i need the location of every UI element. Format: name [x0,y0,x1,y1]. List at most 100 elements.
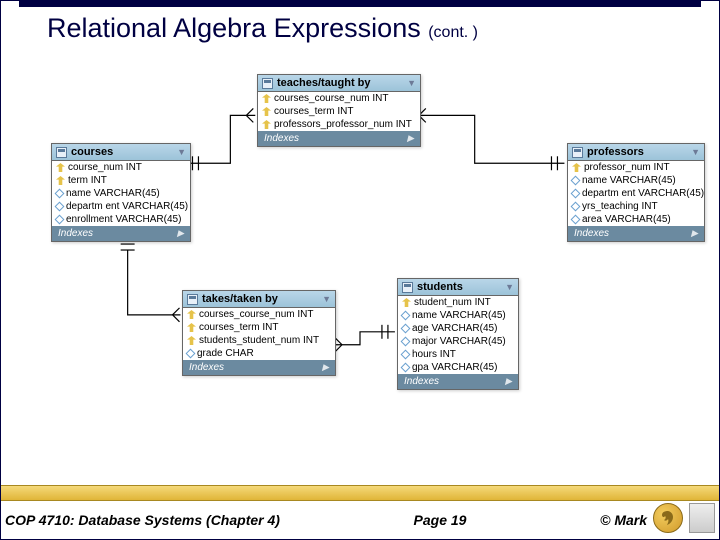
table-column: departm ent VARCHAR(45) [568,187,704,200]
key-icon [262,120,271,129]
column-definition: courses_term INT [274,106,353,117]
table-professors: professors ▼ professor_num INT name VARCHA… [567,143,705,242]
column-icon [571,215,581,225]
column-icon [401,350,411,360]
column-icon [186,349,196,359]
table-header: courses▼ [52,144,190,161]
column-definition: departm ent VARCHAR(45) [66,201,188,212]
chevron-down-icon: ▼ [322,294,331,304]
table-column: hours INT [398,348,518,361]
footer-page: Page 19 [280,512,600,528]
table-icon [402,282,413,293]
column-definition: professor_num INT [584,162,670,173]
table-name: professors [587,146,644,158]
column-definition: gpa VARCHAR(45) [412,362,497,373]
column-icon [55,202,65,212]
table-column: professor_num INT [568,161,704,174]
table-name: students [417,281,463,293]
table-column: courses_course_num INT [183,308,335,321]
table-header: students ▼ [398,279,518,296]
table-column: name VARCHAR(45) [398,309,518,322]
table-column: courses_term INT [183,321,335,334]
footer-left: COP 4710: Database Systems (Chapter 4) [5,512,280,528]
table-name: takes/taken by [202,293,278,305]
table-column: area VARCHAR(45) [568,213,704,226]
table-column: departm ent VARCHAR(45) [52,200,190,213]
column-definition: major VARCHAR(45) [412,336,506,347]
column-icon [571,202,581,212]
table-column: age VARCHAR(45) [398,322,518,335]
column-definition: courses_term INT [199,322,278,333]
column-icon [55,189,65,199]
column-icon [571,189,581,199]
column-definition: courses_course_num INT [274,93,389,104]
table-header: professors ▼ [568,144,704,161]
key-icon [572,163,581,172]
key-icon [187,310,196,319]
table-icon [56,147,67,158]
key-icon [56,163,65,172]
table-indexes: Indexes▶ [258,131,420,146]
table-teaches: teaches/taught by▼ courses_course_num IN… [257,74,421,147]
key-icon [262,94,271,103]
column-icon [571,176,581,186]
table-columns: courses_course_num INT courses_term INTst… [183,308,335,360]
table-columns: courses_course_num INT courses_term INT pr… [258,92,420,131]
table-columns: student_num INTname VARCHAR(45)age VARCH… [398,296,518,374]
table-column: grade CHAR [183,347,335,360]
chevron-down-icon: ▼ [407,78,416,88]
table-column: term INT [52,174,190,187]
key-icon [402,298,411,307]
table-column: professors_professor_num INT [258,118,420,131]
table-column: students_student_num INT [183,334,335,347]
chevron-down-icon: ▼ [505,282,514,292]
table-header: takes/taken by ▼ [183,291,335,308]
table-indexes: Indexes▶ [183,360,335,375]
footer-right: © Mark [600,512,647,528]
table-icon [572,147,583,158]
table-column: course_num INT [52,161,190,174]
column-definition: term INT [68,175,107,186]
slide-control[interactable] [689,503,715,533]
table-indexes: Indexes▶ [568,226,704,241]
key-icon [187,323,196,332]
column-definition: professors_professor_num INT [274,119,412,130]
column-definition: course_num INT [68,162,142,173]
column-icon [401,363,411,373]
column-icon [401,311,411,321]
column-icon [401,337,411,347]
table-indexes: Indexes▶ [52,226,190,241]
key-icon [262,107,271,116]
page-title: Relational Algebra Expressions (cont. ) [19,9,701,50]
column-definition: age VARCHAR(45) [412,323,497,334]
footer: COP 4710: Database Systems (Chapter 4) P… [1,485,719,539]
table-column: name VARCHAR(45) [568,174,704,187]
table-header: teaches/taught by▼ [258,75,420,92]
table-column: student_num INT [398,296,518,309]
column-definition: departm ent VARCHAR(45) [582,188,704,199]
footer-bar [1,485,719,501]
table-column: gpa VARCHAR(45) [398,361,518,374]
column-definition: name VARCHAR(45) [66,188,160,199]
column-icon [55,215,65,225]
column-definition: grade CHAR [197,348,254,359]
table-column: yrs_teaching INT [568,200,704,213]
column-definition: hours INT [412,349,456,360]
chevron-down-icon: ▼ [177,147,186,157]
table-column: major VARCHAR(45) [398,335,518,348]
column-definition: student_num INT [414,297,491,308]
column-definition: name VARCHAR(45) [582,175,676,186]
title-cont: (cont. ) [428,24,478,41]
table-courses: courses▼ course_num INT term INT name VARC… [51,143,191,242]
table-column: courses_course_num INT [258,92,420,105]
table-indexes: Indexes▶ [398,374,518,389]
title-main: Relational Algebra Expressions [47,13,428,43]
chevron-down-icon: ▼ [691,147,700,157]
column-icon [401,324,411,334]
er-diagram: courses▼ course_num INT term INT name VARC… [1,50,719,470]
table-icon [187,294,198,305]
ucf-logo-icon [653,503,683,533]
column-definition: courses_course_num INT [199,309,314,320]
table-columns: course_num INT term INT name VARCHAR(45) de… [52,161,190,226]
key-icon [187,336,196,345]
